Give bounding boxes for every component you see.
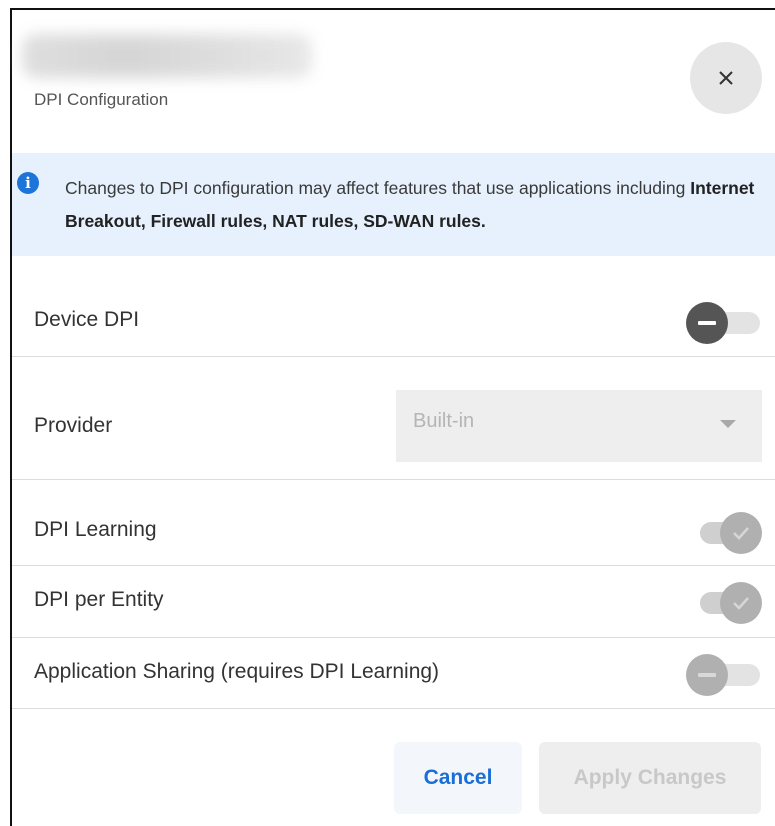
application-sharing-label: Application Sharing (requires DPI Learni…: [34, 660, 440, 683]
toggle-knob: [686, 654, 728, 696]
info-banner-prefix: Changes to DPI configuration may affect …: [65, 178, 691, 198]
divider: [12, 565, 775, 566]
provider-selected-value: Built-in: [413, 410, 475, 432]
toggle-knob: [720, 582, 762, 624]
divider: [12, 356, 775, 357]
toggle-knob: [686, 302, 728, 344]
info-icon: i: [17, 172, 39, 194]
divider: [12, 479, 775, 480]
dialog-border-top: [10, 8, 775, 10]
device-dpi-label: Device DPI: [34, 308, 140, 331]
dpi-configuration-dialog: DPI Configuration i Changes to DPI confi…: [0, 0, 775, 826]
check-icon: [733, 527, 749, 540]
dialog-border-left: [10, 8, 12, 826]
dialog-subtitle: DPI Configuration: [34, 90, 169, 109]
chevron-down-icon: [720, 420, 736, 428]
divider: [12, 708, 775, 709]
close-button[interactable]: [690, 42, 762, 114]
provider-select[interactable]: Built-in: [396, 390, 762, 462]
close-icon: [719, 71, 733, 85]
toggle-knob: [720, 512, 762, 554]
cancel-button[interactable]: Cancel: [394, 742, 522, 814]
application-sharing-toggle[interactable]: [686, 654, 762, 696]
redacted-device-title: [22, 34, 312, 78]
apply-changes-button[interactable]: Apply Changes: [539, 742, 761, 814]
device-dpi-toggle[interactable]: [686, 302, 762, 344]
minus-icon: [698, 321, 716, 325]
dpi-per-entity-label: DPI per Entity: [34, 588, 164, 611]
check-icon: [733, 597, 749, 610]
dpi-learning-toggle[interactable]: [686, 512, 762, 554]
info-banner-text: Changes to DPI configuration may affect …: [65, 172, 765, 238]
minus-icon: [698, 673, 716, 677]
provider-label: Provider: [34, 414, 113, 437]
dpi-per-entity-toggle[interactable]: [686, 582, 762, 624]
dpi-learning-label: DPI Learning: [34, 518, 157, 541]
divider: [12, 637, 775, 638]
